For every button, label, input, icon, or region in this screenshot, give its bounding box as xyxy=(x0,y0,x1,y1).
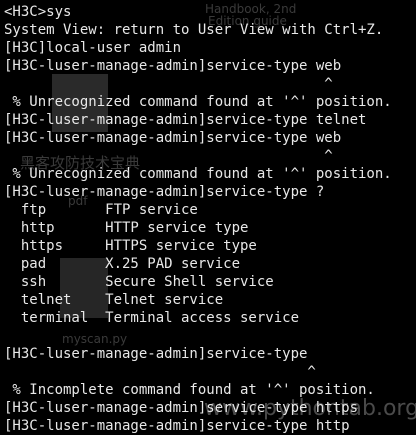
terminal-line: <H3C>sys xyxy=(4,4,72,20)
terminal-line: [H3C-luser-manage-admin]service-type ? xyxy=(4,184,325,200)
terminal-line: System View: return to User View with Ct… xyxy=(4,22,384,38)
error-message-line: % Unrecognized command found at '^' posi… xyxy=(4,94,392,110)
terminal-line: [H3C-luser-manage-admin]service-type xyxy=(4,346,308,362)
terminal-line: [H3C-luser-manage-admin]service-type web xyxy=(4,58,342,74)
error-caret-line: ^ xyxy=(4,364,316,380)
help-option-line: pad X.25 PAD service xyxy=(4,256,241,272)
help-option-line: http HTTP service type xyxy=(4,220,249,236)
error-caret-line: ^ xyxy=(4,148,333,164)
terminal-prompt-line[interactable]: [H3C-luser-manage-admin]service-type htt… xyxy=(4,417,416,435)
help-option-line: https HTTPS service type xyxy=(4,238,257,254)
help-option-line: ssh Secure Shell service xyxy=(4,274,274,290)
help-option-line: telnet Telnet service xyxy=(4,292,224,308)
help-option-line: ftp FTP service xyxy=(4,202,198,218)
terminal-line: [H3C-luser-manage-admin]service-type web xyxy=(4,130,342,146)
error-caret-line: ^ xyxy=(4,76,333,92)
terminal-output: <H3C>sys System View: return to User Vie… xyxy=(4,3,416,435)
terminal-window[interactable]: Handbook, 2nd Edition guide 黑客攻防技术宝典 pdf… xyxy=(0,0,416,435)
error-message-line: % Unrecognized command found at '^' posi… xyxy=(4,166,392,182)
help-option-line: terminal Terminal access service xyxy=(4,310,300,326)
terminal-line: [H3C]local-user admin xyxy=(4,40,182,56)
error-message-line: % Incomplete command found at '^' positi… xyxy=(4,382,375,398)
terminal-line: [H3C-luser-manage-admin]service-type tel… xyxy=(4,112,367,128)
terminal-line: [H3C-luser-manage-admin]service-type htt… xyxy=(4,400,359,416)
